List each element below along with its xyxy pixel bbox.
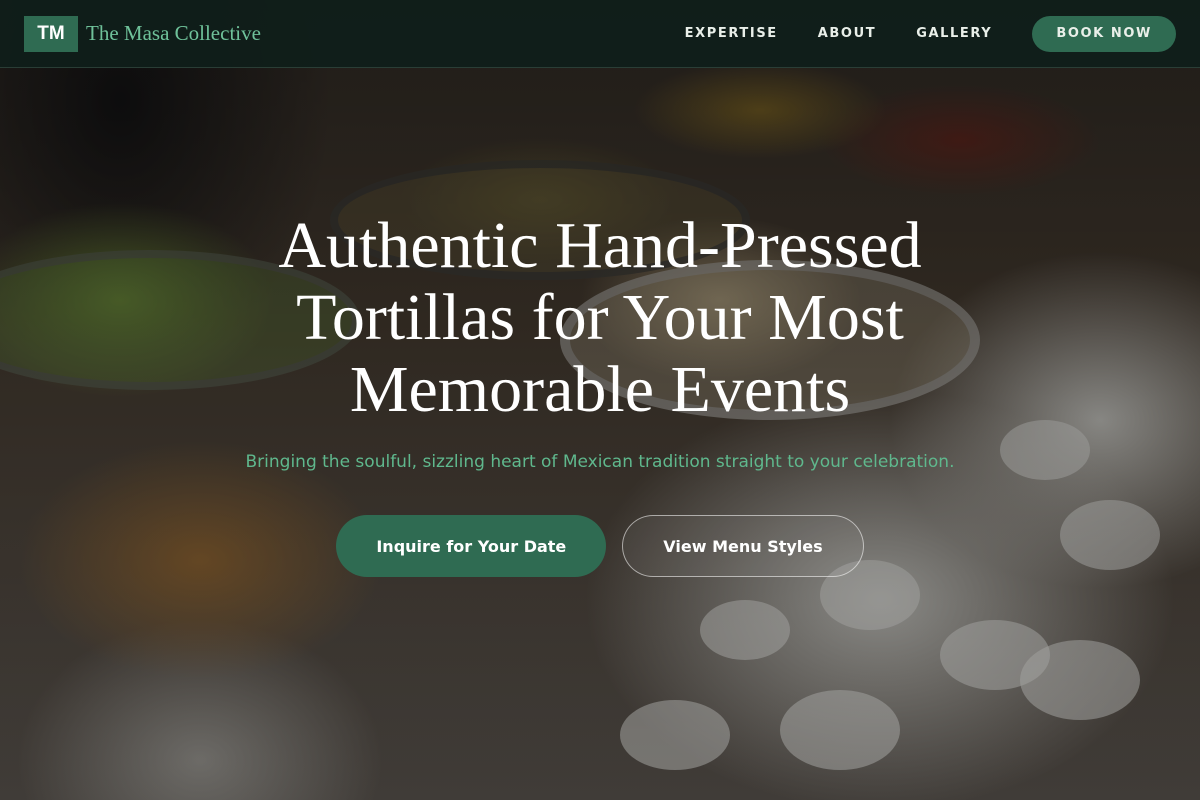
logo-mark: TM	[24, 15, 78, 52]
brand-logo[interactable]: TM The Masa Collective	[24, 15, 261, 52]
top-navbar: TM The Masa Collective EXPERTISE ABOUT G…	[0, 0, 1200, 68]
hero-section: Authentic Hand-Pressed Tortillas for You…	[0, 210, 1200, 577]
main-nav: EXPERTISE ABOUT GALLERY BOOK NOW	[685, 15, 1176, 52]
view-menu-styles-button[interactable]: View Menu Styles	[622, 515, 864, 577]
brand-name: The Masa Collective	[86, 21, 261, 45]
hero-title: Authentic Hand-Pressed Tortillas for You…	[278, 209, 922, 426]
book-now-button[interactable]: BOOK NOW	[1032, 15, 1176, 52]
nav-link-expertise[interactable]: EXPERTISE	[685, 26, 778, 41]
nav-link-about[interactable]: ABOUT	[818, 26, 876, 41]
nav-link-gallery[interactable]: GALLERY	[916, 26, 992, 41]
hero-actions: Inquire for Your Date View Menu Styles	[0, 515, 1200, 577]
inquire-date-button[interactable]: Inquire for Your Date	[336, 515, 607, 577]
hero-subtitle: Bringing the soulful, sizzling heart of …	[245, 452, 955, 472]
